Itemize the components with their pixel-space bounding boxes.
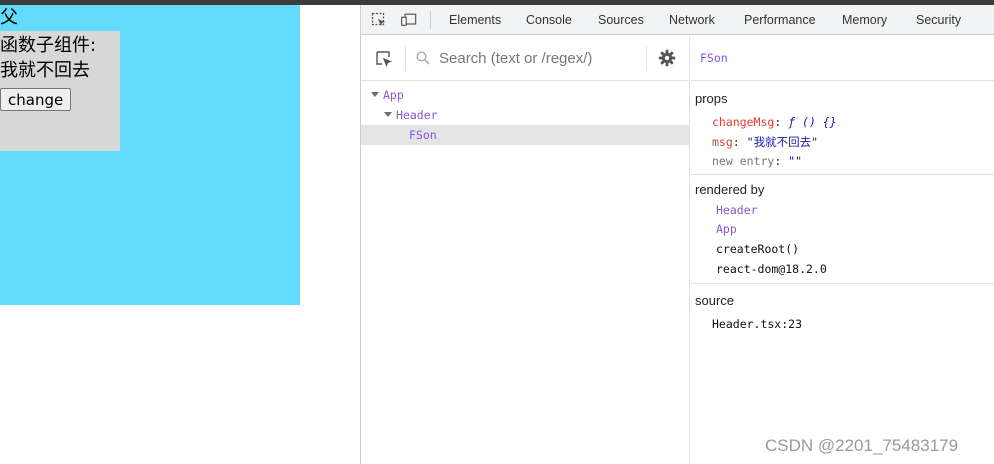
owner-link-header[interactable]: Header — [716, 203, 758, 217]
device-toolbar-icon[interactable] — [401, 12, 417, 28]
inspect-element-icon[interactable] — [371, 12, 387, 28]
rendered-by-section-title: rendered by — [695, 182, 765, 197]
child-component-box: 函数子组件: 我就不回去 change — [0, 31, 120, 151]
new-entry-key: new entry — [712, 154, 775, 168]
new-entry-row[interactable]: new entry: "" — [712, 154, 802, 168]
prop-key: changeMsg — [712, 115, 775, 129]
expand-triangle-icon[interactable] — [384, 112, 392, 117]
expand-triangle-icon[interactable] — [371, 92, 379, 97]
prop-row-msg[interactable]: msg: "我就不回去" — [712, 134, 818, 150]
child-title: 函数子组件: — [0, 35, 97, 56]
tab-network[interactable]: Network — [669, 5, 715, 35]
gear-icon[interactable] — [658, 49, 676, 67]
settings-divider — [646, 46, 647, 70]
renderer-version: react-dom@18.2.0 — [716, 262, 827, 276]
owner-link-app[interactable]: App — [716, 222, 737, 236]
tree-node-app[interactable]: App — [361, 85, 690, 105]
toolbar-divider — [430, 11, 431, 29]
tree-node-fson[interactable]: FSon — [361, 125, 690, 145]
app-viewport: 父 函数子组件: 我就不回去 change — [0, 5, 360, 464]
devtools-panel: Elements Console Sources Network Perform… — [360, 5, 994, 464]
component-tree-pane: App Header FSon — [361, 36, 690, 464]
new-entry-value: "" — [788, 154, 803, 168]
props-section-title: props — [695, 91, 728, 106]
source-section-title: source — [695, 293, 735, 308]
watermark: CSDN @2201_75483179 — [765, 436, 959, 455]
tab-performance[interactable]: Performance — [744, 5, 816, 35]
tab-memory[interactable]: Memory — [842, 5, 887, 35]
tree-node-label: App — [383, 88, 404, 102]
section-divider — [691, 174, 994, 175]
prop-row-changemsg[interactable]: changeMsg: ƒ () {} — [712, 115, 837, 129]
renderer-createroot: createRoot() — [716, 242, 800, 256]
child-message: 我就不回去 — [0, 60, 90, 81]
tab-sources[interactable]: Sources — [598, 5, 644, 35]
tree-search-row — [361, 36, 690, 81]
tab-console[interactable]: Console — [526, 5, 572, 35]
search-icon — [416, 51, 430, 65]
inspector-header: FSon — [691, 36, 994, 81]
component-inspector-pane: FSon props changeMsg: ƒ () {} msg: "我就不回… — [691, 36, 994, 464]
prop-value: "我就不回去" — [746, 135, 818, 149]
parent-component-box: 父 函数子组件: 我就不回去 change — [0, 5, 300, 305]
parent-label: 父 — [0, 7, 18, 28]
prop-value: ƒ () {} — [788, 115, 837, 129]
tree-node-label: Header — [396, 108, 438, 122]
tree-node-header[interactable]: Header — [361, 105, 690, 125]
devtools-tab-bar: Elements Console Sources Network Perform… — [361, 5, 994, 35]
tree-node-label: FSon — [409, 128, 437, 142]
select-element-icon[interactable] — [374, 49, 394, 69]
search-divider — [405, 46, 406, 70]
selected-component-name: FSon — [700, 51, 728, 65]
section-divider — [691, 283, 994, 284]
source-location[interactable]: Header.tsx:23 — [712, 317, 802, 331]
prop-key: msg — [712, 135, 733, 149]
component-search-input[interactable] — [439, 46, 639, 70]
change-button[interactable]: change — [0, 88, 72, 111]
tab-security[interactable]: Security — [916, 5, 961, 35]
tab-elements[interactable]: Elements — [449, 5, 501, 35]
